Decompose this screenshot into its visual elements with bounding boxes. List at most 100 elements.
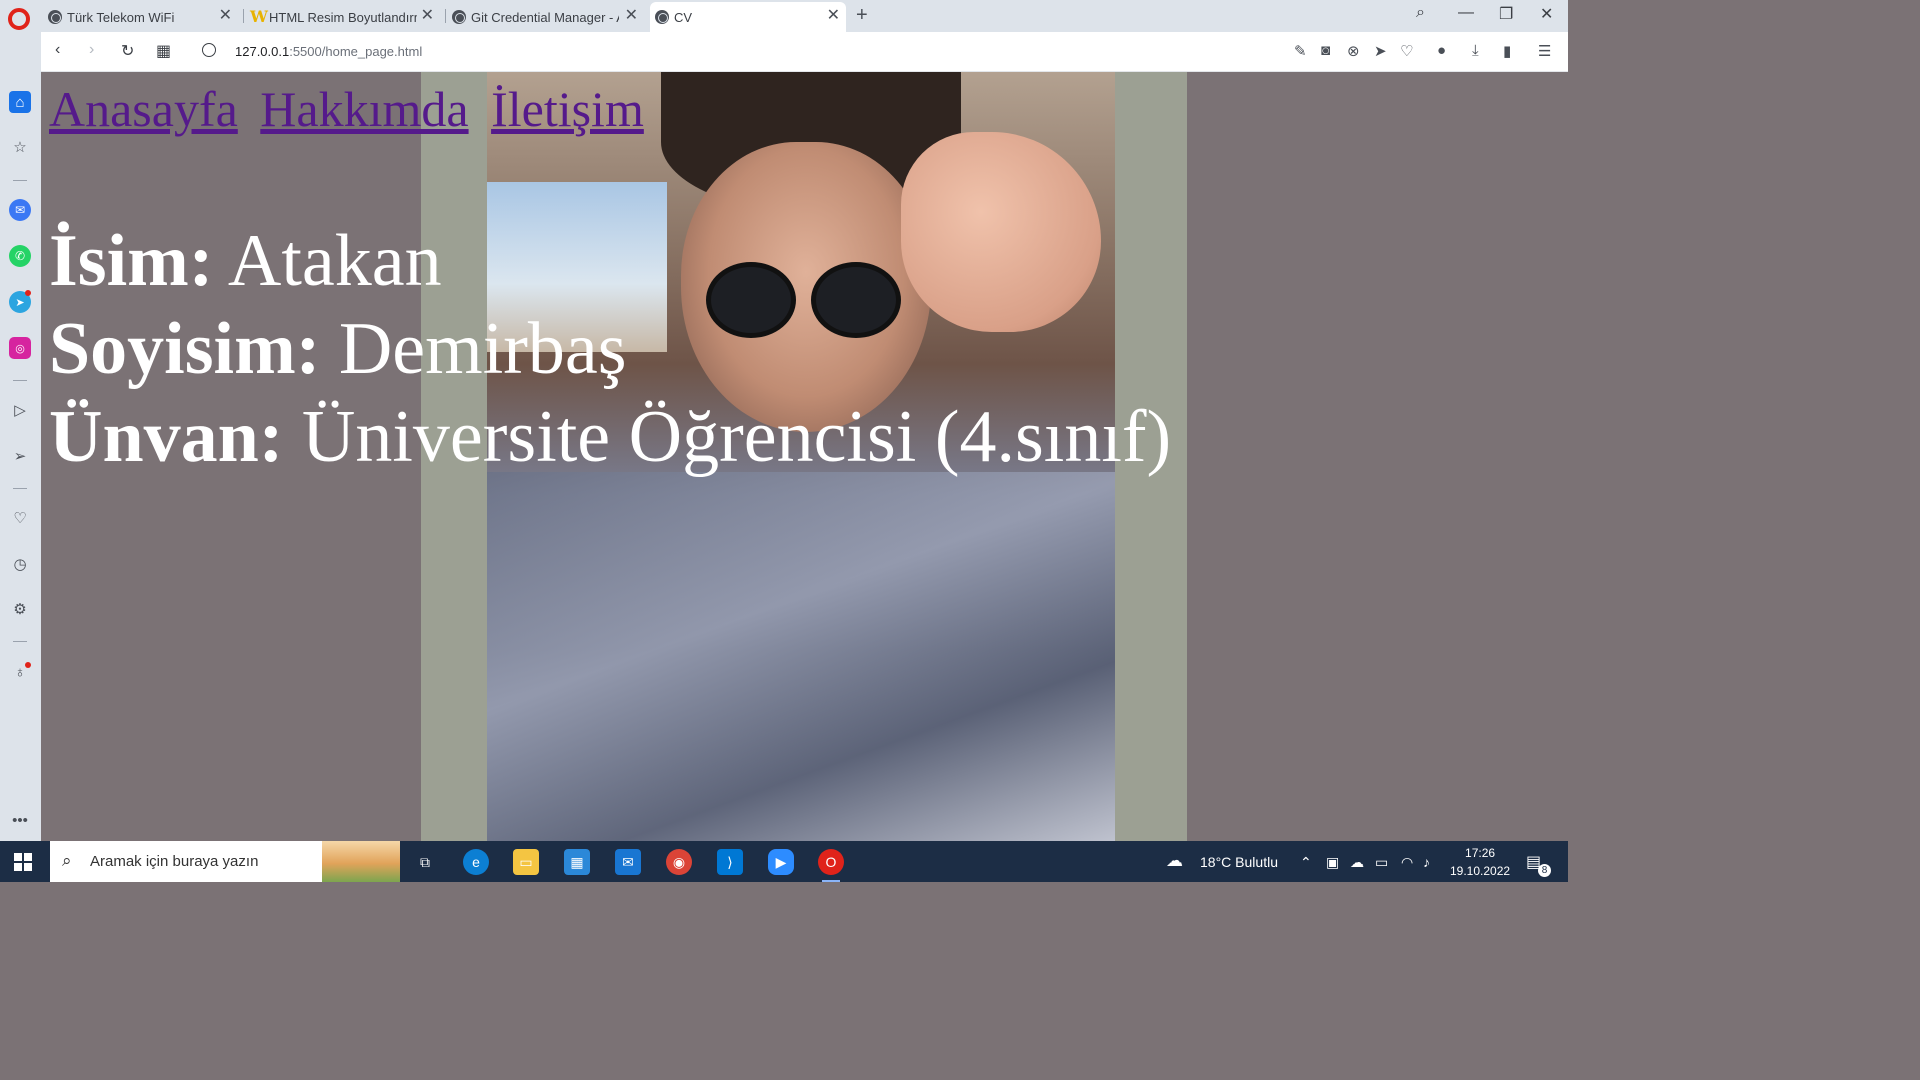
w-icon: W xyxy=(250,7,268,26)
vscode-icon[interactable]: ⟩ xyxy=(717,849,743,875)
url-path: :5500/home_page.html xyxy=(289,44,423,59)
instagram-icon[interactable]: ◎ xyxy=(9,337,31,359)
site-info-icon[interactable] xyxy=(202,43,216,57)
nav-link-home[interactable]: Anasayfa xyxy=(49,81,238,137)
page-viewport: Anasayfa Hakkımda İletişim İsim: Atakan … xyxy=(41,72,1568,841)
tab-title: HTML Resim Boyutlandırma xyxy=(269,9,417,25)
clock[interactable]: 17:26 19.10.2022 xyxy=(1450,844,1510,880)
taskbar-search[interactable]: ⌕ Aramak için buraya yazın xyxy=(50,841,400,882)
whatsapp-icon[interactable]: ✆ xyxy=(9,245,31,267)
zoom-icon[interactable]: ▶ xyxy=(768,849,794,875)
player-icon[interactable]: ▷ xyxy=(9,399,31,421)
sidebar-separator xyxy=(13,380,27,381)
tab-cv[interactable]: CV ✕ xyxy=(650,2,846,32)
restore-icon[interactable]: ❐ xyxy=(1499,4,1513,24)
sidebar: ⌂ ☆ ✉ ✆ ➤ ◎ ▷ ➢ ♡ ◷ ⚙ ♁ ••• xyxy=(0,32,41,841)
heart-icon[interactable]: ♡ xyxy=(1400,42,1413,60)
settings-icon[interactable]: ⚙ xyxy=(9,598,31,620)
edit-icon[interactable]: ✎ xyxy=(1294,42,1307,60)
weather-text[interactable]: 18°C Bulutlu xyxy=(1200,854,1278,870)
url-field[interactable]: 127.0.0.1:5500/home_page.html xyxy=(235,44,422,59)
task-view-icon[interactable]: ⧉ xyxy=(412,849,438,875)
tab-separator xyxy=(445,9,446,23)
search-icon: ⌕ xyxy=(62,851,72,870)
history-icon[interactable]: ◷ xyxy=(9,553,31,575)
easy-setup-icon[interactable]: ☰ xyxy=(1538,42,1551,60)
opera-icon[interactable]: O xyxy=(818,849,844,882)
messenger-icon[interactable]: ✉ xyxy=(9,199,31,221)
camera-icon[interactable]: ◙ xyxy=(1321,42,1330,59)
mail-icon[interactable]: ✉ xyxy=(615,849,641,875)
back-icon[interactable]: ‹ xyxy=(55,41,60,59)
profile-icon[interactable]: ● xyxy=(1437,42,1446,59)
nav-link-about[interactable]: Hakkımda xyxy=(260,81,468,137)
download-icon[interactable]: ⤓ xyxy=(1472,42,1479,59)
notification-count: 8 xyxy=(1538,864,1551,877)
search-tabs-icon[interactable]: ⌕ xyxy=(1416,4,1425,22)
star-icon[interactable]: ☆ xyxy=(9,136,31,158)
nav-link-contact[interactable]: İletişim xyxy=(491,81,644,137)
chrome-icon[interactable]: ◉ xyxy=(666,849,692,875)
forward-icon[interactable]: › xyxy=(89,41,94,59)
tab-git-credential[interactable]: Git Credential Manager - A ✕ xyxy=(452,2,644,32)
cloud-icon: ☁ xyxy=(1166,851,1183,870)
search-highlight-image xyxy=(322,841,400,882)
globe-icon xyxy=(452,10,466,24)
sidebar-separator xyxy=(13,488,27,489)
send-icon[interactable]: ➢ xyxy=(9,445,31,467)
date-text: 19.10.2022 xyxy=(1450,864,1511,878)
name-row: İsim: Atakan xyxy=(49,217,1171,305)
onedrive-icon[interactable]: ☁ xyxy=(1350,854,1364,871)
tab-title: Git Credential Manager - A xyxy=(471,9,619,25)
tab-title: CV xyxy=(674,9,693,25)
tab-close-icon[interactable]: ✕ xyxy=(421,8,434,24)
send-icon[interactable]: ➤ xyxy=(1374,42,1387,60)
close-window-icon[interactable]: ✕ xyxy=(1540,4,1553,24)
globe-icon xyxy=(655,10,669,24)
notification-dot xyxy=(25,290,31,296)
title-row: Ünvan: Üniversite Öğrencisi (4.sınıf) xyxy=(49,393,1171,481)
tab-strip: Türk Telekom WiFi ✕ W HTML Resim Boyutla… xyxy=(0,0,1568,32)
name-label: İsim: xyxy=(49,220,214,302)
opera-menu-icon[interactable] xyxy=(8,8,30,30)
tab-grid-icon[interactable]: ▦ xyxy=(156,41,171,61)
url-host: 127.0.0.1 xyxy=(235,44,290,59)
photo-shirt xyxy=(487,472,1115,841)
sidebar-separator xyxy=(13,641,27,642)
globe-icon xyxy=(48,10,62,24)
wifi-icon[interactable]: ◠ xyxy=(1401,854,1413,871)
title-label: Ünvan: xyxy=(49,396,284,478)
search-placeholder: Aramak için buraya yazın xyxy=(90,853,259,870)
tab-turk-telekom[interactable]: Türk Telekom WiFi ✕ xyxy=(48,2,238,32)
address-toolbar: ‹ › ↻ ▦ 127.0.0.1:5500/home_page.html ✎ … xyxy=(41,32,1568,72)
heart-icon[interactable]: ♡ xyxy=(9,507,31,529)
tab-separator xyxy=(243,9,244,23)
tab-html-resim[interactable]: W HTML Resim Boyutlandırma ✕ xyxy=(250,2,440,32)
tab-close-icon[interactable]: ✕ xyxy=(625,8,638,24)
tab-title: Türk Telekom WiFi xyxy=(67,9,175,25)
cv-info: İsim: Atakan Soyisim: Demirbaş Ünvan: Ün… xyxy=(49,217,1171,481)
chevron-up-icon[interactable]: ⌃ xyxy=(1300,854,1312,871)
edge-icon[interactable]: e xyxy=(463,849,489,875)
block-icon[interactable]: ⊗ xyxy=(1347,42,1360,60)
more-icon[interactable]: ••• xyxy=(9,809,31,831)
volume-icon[interactable]: ♪ xyxy=(1423,854,1430,870)
notification-dot xyxy=(25,662,31,668)
page-nav: Anasayfa Hakkımda İletişim xyxy=(49,80,654,138)
battery-icon[interactable]: ▭ xyxy=(1375,854,1388,871)
file-explorer-icon[interactable]: ▭ xyxy=(513,849,539,875)
meet-icon[interactable]: ▣ xyxy=(1326,854,1339,871)
sidebar-separator xyxy=(13,180,27,181)
time-text: 17:26 xyxy=(1465,846,1496,860)
tab-close-icon[interactable]: ✕ xyxy=(219,8,232,24)
reload-icon[interactable]: ↻ xyxy=(121,41,134,61)
new-tab-button[interactable]: + xyxy=(856,4,868,27)
store-icon[interactable]: ▦ xyxy=(564,849,590,875)
tab-close-icon[interactable]: ✕ xyxy=(827,8,840,24)
surname-row: Soyisim: Demirbaş xyxy=(49,305,1171,393)
minimize-icon[interactable]: — xyxy=(1458,4,1474,22)
home-icon[interactable]: ⌂ xyxy=(9,91,31,113)
battery-saver-icon[interactable]: ▮ xyxy=(1503,42,1511,60)
start-button[interactable] xyxy=(14,853,32,871)
title-value: Üniversite Öğrencisi (4.sınıf) xyxy=(301,396,1172,478)
